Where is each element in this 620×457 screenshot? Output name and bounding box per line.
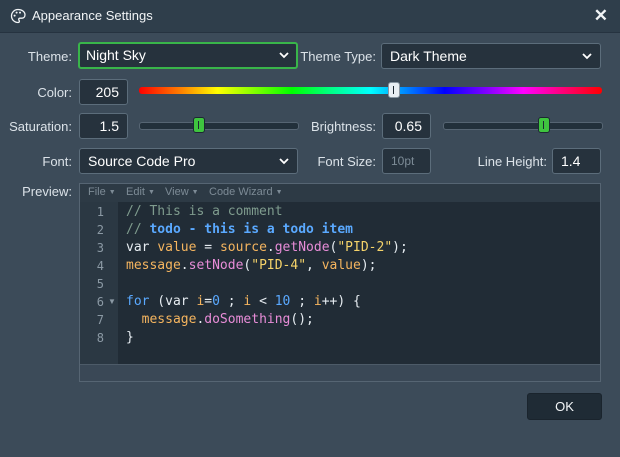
line-number: 8 [96,331,104,345]
line-height-input[interactable]: 1.4 [552,148,601,174]
font-label: Font: [42,154,72,169]
theme-type-label: Theme Type: [300,49,376,64]
theme-type-select[interactable]: Dark Theme [381,43,601,69]
code-preview: File ▼ Edit ▼ View ▼ Code Wizard ▼ ▼ 1 2 3 4 5 6 7… [79,183,601,382]
code-token: = [204,294,213,309]
code-token: value [321,258,361,273]
menu-view[interactable]: View ▼ [165,186,199,198]
font-select[interactable]: Source Code Pro [79,148,298,174]
caret-down-icon: ▼ [191,189,199,196]
code-token: doSomething [204,312,291,327]
font-select-value: Source Code Pro [88,153,196,169]
fold-arrow-icon[interactable]: ▼ [108,297,116,306]
code-token: var [126,240,158,255]
caret-down-icon: ▼ [108,189,116,196]
font-size-input[interactable]: 10pt [382,148,431,174]
chevron-down-icon [279,52,289,59]
code-line: // todo - this is a todo item [126,221,353,239]
code-token: < [251,294,275,309]
line-number: 5 [96,277,104,291]
code-token: "PID-2" [337,240,393,255]
code-token: . [180,258,189,273]
color-slider-thumb[interactable] [387,82,400,98]
ok-button[interactable]: OK [527,393,602,420]
title-bar: Appearance Settings ✕ [0,0,620,33]
code-token: message [141,312,197,327]
line-number: 6 [96,295,104,309]
chevron-down-icon [279,158,289,165]
code-line: var value = source.getNode("PID-2"); [126,239,408,257]
code-token: // [126,222,150,237]
caret-down-icon: ▼ [275,189,283,196]
theme-type-select-value: Dark Theme [390,48,467,64]
window-title: Appearance Settings [32,8,153,23]
line-number: 2 [96,223,104,237]
line-number-gutter: ▼ 1 2 3 4 5 6 7 8 [80,202,118,366]
preview-menubar: File ▼ Edit ▼ View ▼ Code Wizard ▼ [80,184,600,202]
color-slider-track[interactable] [139,87,602,94]
brightness-slider-track[interactable] [443,122,603,130]
code-token: ; [219,294,244,309]
code-token: todo - this is a todo item [149,222,353,237]
line-number: 7 [96,313,104,327]
menu-edit[interactable]: Edit ▼ [126,186,155,198]
saturation-slider-track[interactable] [139,122,299,130]
code-token: source [219,240,267,255]
chevron-down-icon [582,53,592,60]
line-number: 3 [96,241,104,255]
code-token: = [196,240,220,255]
code-line: // This is a comment [126,203,283,221]
code-token: // This is a comment [126,204,283,219]
code-token: message [126,258,181,273]
code-token: "PID-4" [251,258,307,273]
brightness-slider-thumb[interactable] [538,117,551,133]
font-size-label: Font Size: [317,154,376,169]
code-line: message.doSomething(); [126,311,314,329]
menu-file[interactable]: File ▼ [88,186,116,198]
theme-select-value: Night Sky [86,47,146,63]
code-line: for (var i=0 ; i < 10 ; i++) { [126,293,361,311]
code-token: ); [392,240,408,255]
code-token: 0 [212,294,220,309]
saturation-label: Saturation: [9,119,72,134]
code-token: 10 [274,294,291,309]
color-value-input[interactable]: 205 [79,79,128,105]
code-token: (); [290,312,314,327]
brightness-label: Brightness: [310,119,376,134]
line-number: 1 [96,205,104,219]
saturation-value-input[interactable]: 1.5 [79,113,128,139]
theme-select[interactable]: Night Sky [78,42,298,69]
code-token: ++) { [321,294,361,309]
code-token: ; [290,294,314,309]
code-token: . [266,240,275,255]
code-token: setNode [188,258,244,273]
code-token: (var [149,294,197,309]
palette-icon [10,8,26,24]
code-line: message.setNode("PID-4", value); [126,257,377,275]
code-line: } [126,329,134,347]
code-token: getNode [274,240,330,255]
code-token: ); [360,258,377,273]
theme-label: Theme: [27,49,72,64]
caret-down-icon: ▼ [147,189,155,196]
code-editor[interactable]: // This is a comment // todo - this is a … [118,202,600,366]
brightness-value-input[interactable]: 0.65 [382,113,431,139]
color-label: Color: [37,85,72,100]
preview-label: Preview: [22,184,72,199]
code-token: i [313,294,322,309]
code-token: , [306,258,322,273]
menu-code-wizard[interactable]: Code Wizard ▼ [209,186,283,198]
code-token: } [126,330,134,345]
saturation-slider-thumb[interactable] [193,117,206,133]
close-icon[interactable]: ✕ [594,6,608,26]
code-token: for [126,294,150,309]
line-number: 4 [96,259,104,273]
horizontal-scrollbar[interactable] [80,364,600,381]
code-token: value [157,240,197,255]
line-height-label: Line Height: [477,154,547,169]
